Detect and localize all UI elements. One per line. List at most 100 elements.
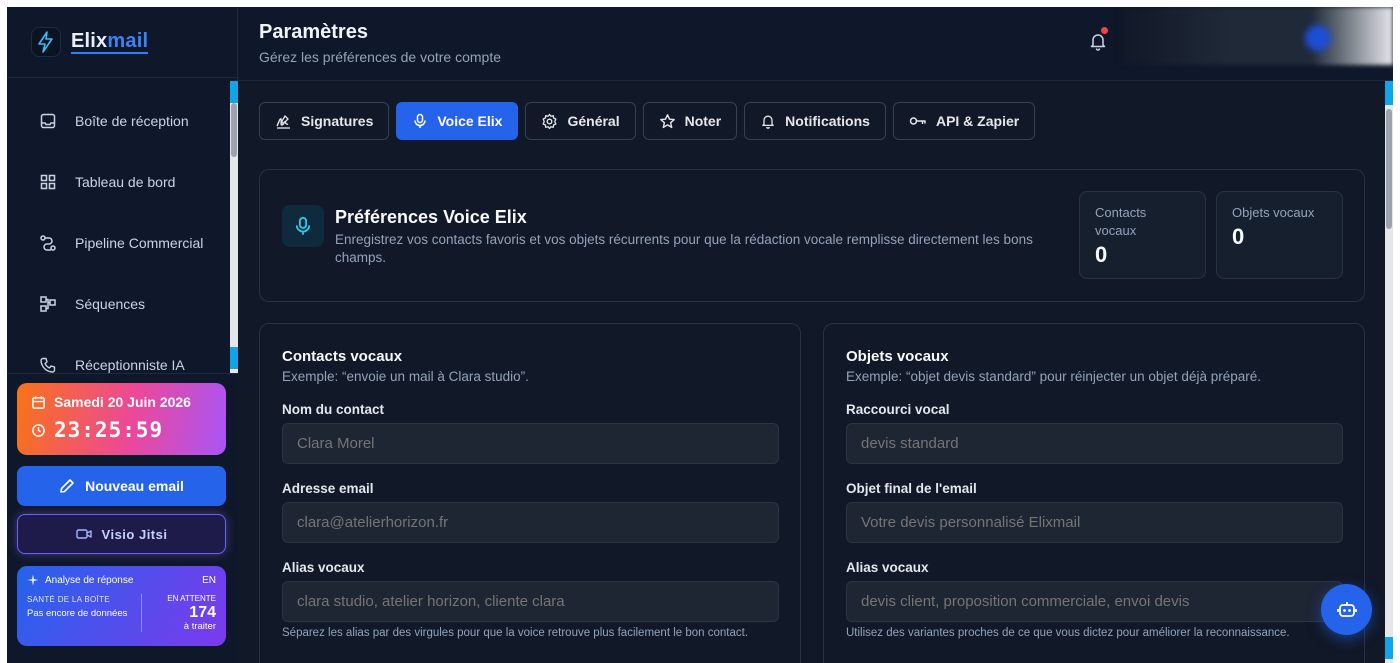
pending-sub: à traiter <box>183 621 216 632</box>
voice-contacts-form: Contacts vocaux Exemple: “envoie un mail… <box>259 323 801 663</box>
language-badge[interactable]: EN <box>202 575 216 586</box>
voice-preferences-card: Préférences Voice Elix Enregistrez vos c… <box>259 169 1365 302</box>
form-example: Exemple: “envoie un mail à Clara studio”… <box>282 369 529 384</box>
scroll-up-arrow[interactable] <box>230 81 238 103</box>
clock-icon <box>32 423 45 437</box>
analysis-title: Analyse de réponse <box>45 574 134 586</box>
sidebar-item-inbox[interactable]: Boîte de réception <box>23 101 223 141</box>
section-description: Enregistrez vos contacts favoris et vos … <box>335 232 1033 265</box>
section-title: Préférences Voice Elix <box>335 207 527 227</box>
sequences-icon <box>40 296 56 312</box>
new-email-label: Nouveau email <box>85 478 184 494</box>
field-hint: Séparez les alias par des virgules pour … <box>282 627 749 639</box>
email-subject-input[interactable] <box>846 502 1343 543</box>
field-hint: Utilisez des variantes proches de ce que… <box>846 627 1290 639</box>
sidebar-item-ai-receptionist[interactable]: Réceptionniste IA <box>23 345 223 373</box>
sidebar: Elixmail Boîte de réception Tableau de b… <box>7 7 238 663</box>
tab-noter[interactable]: Noter <box>642 102 738 140</box>
stat-value: 0 <box>1095 242 1108 267</box>
datetime-card: Samedi 20 Juin 2026 23:25:59 <box>17 383 226 455</box>
tab-label: API & Zapier <box>935 113 1020 129</box>
tab-voice-elix[interactable]: Voice Elix <box>396 102 519 140</box>
object-aliases-input[interactable] <box>846 581 1343 622</box>
phone-icon <box>40 357 56 373</box>
sidebar-item-sequences[interactable]: Séquences <box>23 284 223 324</box>
tab-label: Voice Elix <box>437 113 503 129</box>
brand-name: Elixmail <box>71 29 149 54</box>
page-header: Paramètres Gérez les préférences de votr… <box>238 7 1393 81</box>
tab-notifications[interactable]: Notifications <box>744 102 886 140</box>
scroll-up-arrow[interactable] <box>1385 81 1393 105</box>
sidebar-item-label: Boîte de réception <box>75 113 189 129</box>
stat-label: Objets vocaux <box>1232 205 1315 220</box>
sidebar-item-label: Séquences <box>75 296 146 312</box>
pencil-icon <box>60 479 74 493</box>
avatar <box>1305 25 1331 51</box>
main-scrollbar[interactable] <box>1385 81 1393 663</box>
pipeline-icon <box>40 235 56 251</box>
brand[interactable]: Elixmail <box>31 25 149 59</box>
current-date: Samedi 20 Juin 2026 <box>54 394 191 410</box>
tab-signatures[interactable]: Signatures <box>259 102 390 140</box>
tab-api-zapier[interactable]: API & Zapier <box>892 102 1036 140</box>
sidebar-item-label: Réceptionniste IA <box>75 357 185 373</box>
lightning-logo-icon <box>31 27 61 57</box>
sidebar-nav: Boîte de réception Tableau de bord Pipel… <box>7 91 231 373</box>
field-label: Raccourci vocal <box>846 402 950 417</box>
contact-aliases-input[interactable] <box>282 581 779 622</box>
voice-shortcut-input[interactable] <box>846 423 1343 464</box>
mic-icon <box>282 205 324 247</box>
notification-bell-icon[interactable] <box>1088 31 1108 51</box>
tab-label: Signatures <box>301 113 374 129</box>
mic-icon <box>414 113 427 128</box>
star-icon <box>659 113 675 128</box>
voice-objects-form: Objets vocaux Exemple: “objet devis stan… <box>823 323 1365 663</box>
app-window: Elixmail Boîte de réception Tableau de b… <box>7 7 1393 663</box>
health-caption: SANTÉ DE LA BOÎTE <box>27 595 110 604</box>
form-title: Objets vocaux <box>846 348 949 365</box>
page-subtitle: Gérez les préférences de votre compte <box>259 49 502 65</box>
sidebar-item-pipeline[interactable]: Pipeline Commercial <box>23 223 223 263</box>
stat-voice-contacts: Contacts vocaux 0 <box>1079 191 1206 279</box>
tab-general[interactable]: Général <box>525 102 636 140</box>
field-label: Alias vocaux <box>846 560 929 575</box>
inbox-icon <box>40 113 56 129</box>
field-label: Adresse email <box>282 481 374 496</box>
gear-icon <box>543 113 557 129</box>
sidebar-item-label: Pipeline Commercial <box>75 235 204 251</box>
main-scroll-thumb[interactable] <box>1386 109 1392 229</box>
stat-voice-objects: Objets vocaux 0 <box>1216 191 1343 279</box>
stat-value: 0 <box>1232 224 1245 249</box>
sparkle-icon <box>27 574 39 586</box>
signature-icon <box>276 114 290 129</box>
user-profile-blurred[interactable] <box>1120 7 1393 65</box>
pending-count: 174 <box>189 604 216 621</box>
sidebar-scroll-thumb[interactable] <box>231 103 237 157</box>
contact-name-input[interactable] <box>282 423 779 464</box>
current-time: 23:25:59 <box>54 418 164 442</box>
settings-tabs: Signatures Voice Elix Général Noter Noti… <box>259 102 1036 140</box>
new-email-button[interactable]: Nouveau email <box>17 466 226 506</box>
field-label: Objet final de l'email <box>846 481 977 496</box>
tab-label: Notifications <box>785 113 870 129</box>
contact-email-input[interactable] <box>282 502 779 543</box>
notification-dot <box>1101 27 1108 34</box>
divider <box>7 77 238 78</box>
visio-label: Visio Jitsi <box>101 526 168 542</box>
video-camera-icon <box>75 529 92 539</box>
visio-jitsi-button[interactable]: Visio Jitsi <box>17 514 226 554</box>
robot-icon <box>1336 601 1357 617</box>
dashboard-icon <box>40 174 56 190</box>
stat-label: Contacts vocaux <box>1095 205 1147 238</box>
form-example: Exemple: “objet devis standard” pour réi… <box>846 369 1261 384</box>
health-value: Pas encore de données <box>27 608 128 619</box>
scroll-down-arrow[interactable] <box>230 347 238 369</box>
tab-label: Noter <box>684 113 722 129</box>
tab-label: Général <box>567 113 620 129</box>
sidebar-item-dashboard[interactable]: Tableau de bord <box>23 162 223 202</box>
form-title: Contacts vocaux <box>282 348 403 365</box>
page-title: Paramètres <box>259 21 368 43</box>
scroll-down-arrow[interactable] <box>1385 637 1393 659</box>
response-analysis-card[interactable]: Analyse de réponse EN SANTÉ DE LA BOÎTE … <box>17 566 226 646</box>
assistant-bot-button[interactable] <box>1321 584 1372 635</box>
